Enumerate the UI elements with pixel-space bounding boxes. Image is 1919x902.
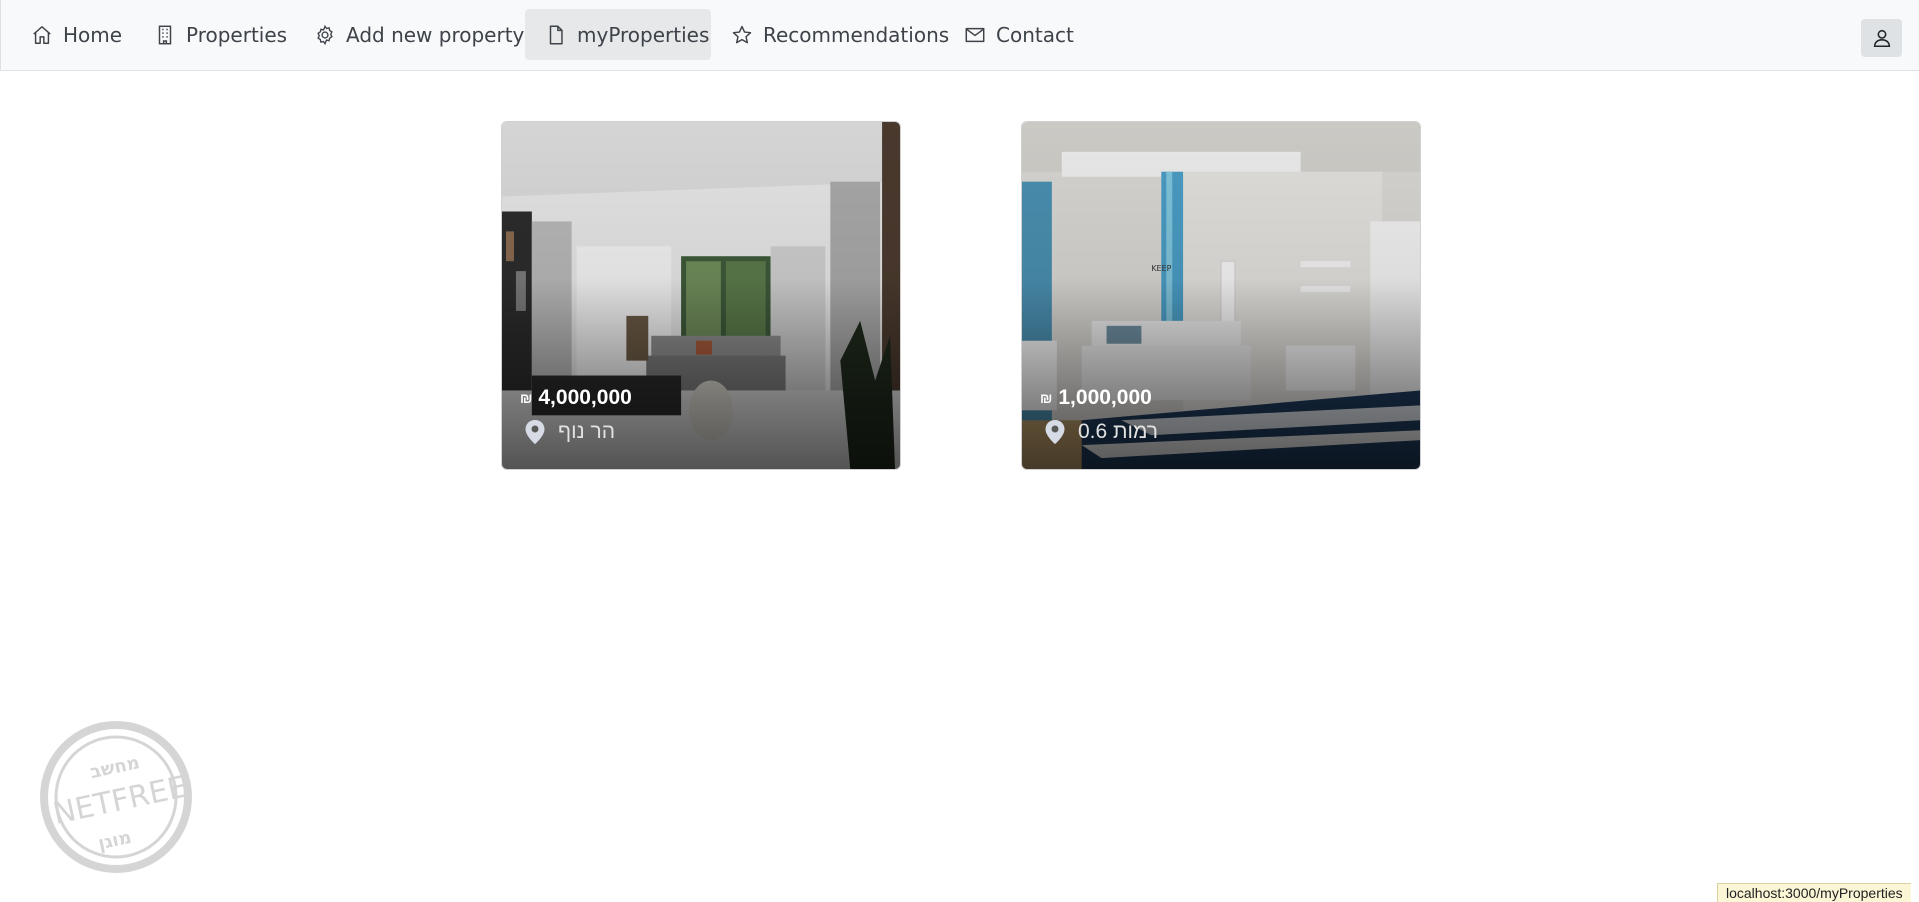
nav-add-new-property[interactable]: Add new property: [294, 9, 540, 60]
property-card[interactable]: KEEP ₪ 1,000,000 רמות 0.6: [1021, 121, 1421, 470]
property-card[interactable]: ₪ 4,000,000 הר נוף: [501, 121, 901, 470]
top-navbar: Home Properties Add new property myPrope…: [0, 0, 1919, 71]
envelope-icon: [964, 24, 986, 46]
netfree-watermark-logo: מחשב NETFREE מוגן: [30, 720, 210, 875]
nav-home-label: Home: [63, 22, 123, 47]
location-pin-icon: [524, 419, 546, 445]
nav-recommendations-label: Recommendations: [763, 22, 950, 47]
property-price: ₪ 4,000,000: [520, 386, 632, 410]
user-menu-button[interactable]: [1861, 19, 1902, 57]
svg-text:מחשב: מחשב: [88, 752, 141, 783]
building-icon: [154, 24, 176, 46]
nav-contact-label: Contact: [996, 22, 1074, 47]
card-overlay: [502, 122, 900, 469]
property-price-value: 4,000,000: [538, 386, 632, 409]
nav-recommendations[interactable]: Recommendations: [711, 9, 965, 60]
nav-my-properties[interactable]: myProperties: [525, 9, 711, 60]
nav-contact[interactable]: Contact: [944, 9, 1090, 60]
nav-my-properties-label: myProperties: [577, 22, 710, 47]
property-price-value: 1,000,000: [1058, 386, 1152, 409]
property-location-text: רמות 0.6: [1078, 420, 1159, 443]
nav-properties[interactable]: Properties: [134, 9, 303, 60]
svg-text:מוגן: מוגן: [96, 827, 133, 854]
user-icon: [1871, 27, 1893, 49]
shekel-icon: ₪: [520, 390, 533, 406]
property-location: רמות 0.6: [1044, 419, 1158, 445]
nav-add-new-property-label: Add new property: [346, 22, 525, 47]
property-location-text: הר נוף: [558, 420, 616, 443]
gear-icon: [314, 24, 336, 46]
star-icon: [731, 24, 753, 46]
card-overlay: [1022, 122, 1420, 469]
file-icon: [545, 24, 567, 46]
nav-properties-label: Properties: [186, 22, 288, 47]
property-price: ₪ 1,000,000: [1040, 386, 1152, 410]
nav-home[interactable]: Home: [11, 9, 138, 60]
location-pin-icon: [1044, 419, 1066, 445]
home-icon: [31, 24, 53, 46]
shekel-icon: ₪: [1040, 390, 1053, 406]
property-location: הר נוף: [524, 419, 615, 445]
status-bar-url: localhost:3000/myProperties: [1717, 883, 1911, 902]
